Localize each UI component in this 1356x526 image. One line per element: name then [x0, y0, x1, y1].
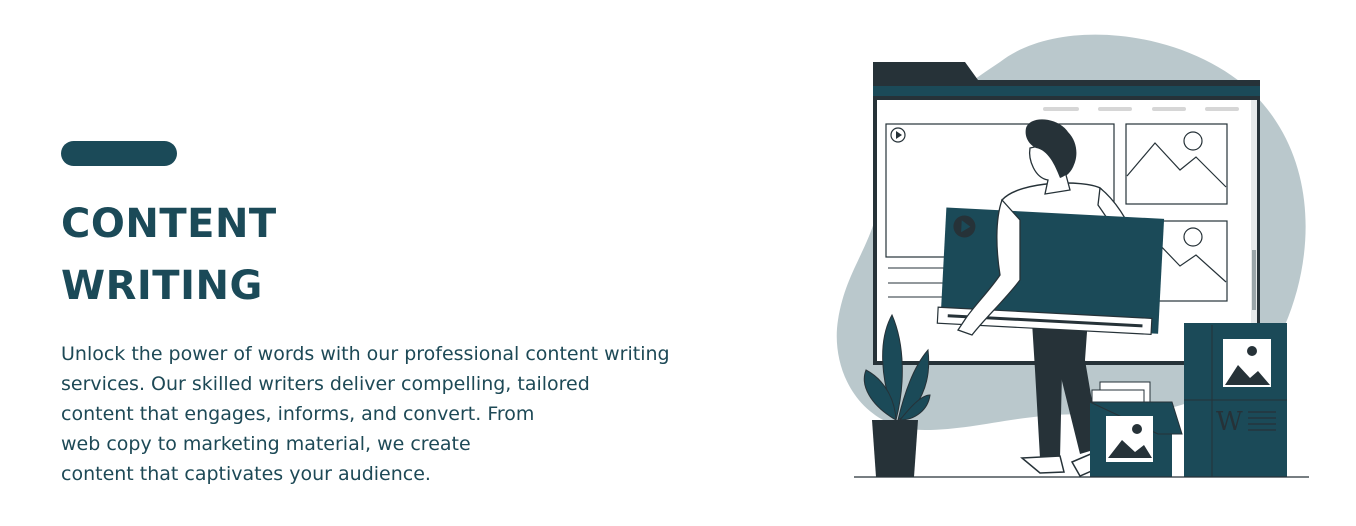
description-line: content that captivates your audience. [61, 463, 431, 485]
section-title: CONTENT WRITING [61, 193, 277, 317]
content-writing-illustration: W [836, 34, 1309, 478]
content-writing-section: CONTENT WRITING Unlock the power of word… [0, 0, 1356, 526]
doc-icon-letter: W [1216, 407, 1243, 437]
description-line: content that engages, informs, and conve… [61, 403, 535, 425]
title-line: CONTENT [61, 201, 277, 247]
description-line: web copy to marketing material, we creat… [61, 433, 471, 455]
cabinet-graphic: W [1184, 323, 1287, 477]
section-description: Unlock the power of words with our profe… [61, 339, 670, 489]
description-line: services. Our skilled writers deliver co… [61, 373, 590, 395]
description-line: Unlock the power of words with our profe… [61, 343, 670, 365]
title-line: WRITING [61, 263, 263, 309]
accent-pill [61, 141, 177, 166]
